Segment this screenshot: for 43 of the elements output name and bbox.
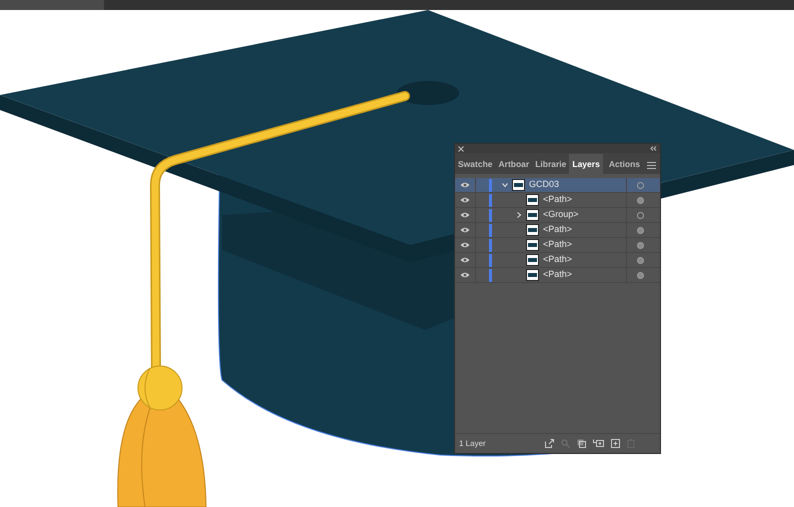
export-icon[interactable]	[545, 439, 554, 448]
layer-thumbnail	[526, 254, 539, 266]
eye-icon[interactable]	[460, 197, 470, 203]
menu-icon[interactable]	[647, 162, 656, 169]
layer-name[interactable]: <Group>	[543, 208, 626, 222]
panel-tab[interactable]: Librarie	[532, 154, 570, 174]
eye-icon[interactable]	[460, 212, 470, 218]
chevron-icon[interactable]	[502, 182, 508, 188]
layer-row[interactable]: <Path>	[455, 253, 660, 268]
layer-row[interactable]: <Group>	[455, 208, 660, 223]
layer-name[interactable]: <Path>	[543, 193, 626, 207]
chevron-icon[interactable]	[516, 212, 522, 218]
eye-icon[interactable]	[460, 182, 470, 188]
layer-thumbnail	[526, 239, 539, 251]
layer-name[interactable]: <Path>	[543, 268, 626, 282]
layer-row[interactable]: GCD03	[455, 178, 660, 193]
panel-tab[interactable]: Actions	[602, 154, 646, 174]
eye-icon[interactable]	[460, 272, 470, 278]
eye-icon[interactable]	[460, 242, 470, 248]
new-layer-icon[interactable]	[611, 439, 620, 448]
layer-name[interactable]: <Path>	[543, 223, 626, 237]
close-icon[interactable]	[458, 146, 464, 152]
layer-name[interactable]: <Path>	[543, 253, 626, 267]
panel-tab[interactable]: Swatche	[455, 154, 496, 174]
layer-thumbnail	[526, 269, 539, 281]
collapse-icon[interactable]	[650, 146, 657, 151]
layer-thumbnail	[526, 194, 539, 206]
new-sublayer-icon[interactable]	[593, 439, 604, 448]
layer-row[interactable]: <Path>	[455, 238, 660, 253]
layer-name[interactable]: <Path>	[543, 238, 626, 252]
layer-count: 1 Layer	[459, 438, 487, 450]
layer-name[interactable]: GCD03	[529, 178, 626, 192]
layer-thumbnail	[526, 224, 539, 236]
layer-row[interactable]: <Path>	[455, 223, 660, 238]
panel-tab[interactable]: Layers	[569, 154, 603, 174]
panel-tab[interactable]: Artboar	[496, 154, 532, 174]
layer-thumbnail	[512, 179, 525, 191]
clipping-mask-icon[interactable]	[577, 439, 586, 448]
eye-icon[interactable]	[460, 227, 470, 233]
eye-icon[interactable]	[460, 257, 470, 263]
layer-row[interactable]: <Path>	[455, 193, 660, 208]
layer-thumbnail	[526, 209, 539, 221]
layer-row[interactable]: <Path>	[455, 268, 660, 283]
